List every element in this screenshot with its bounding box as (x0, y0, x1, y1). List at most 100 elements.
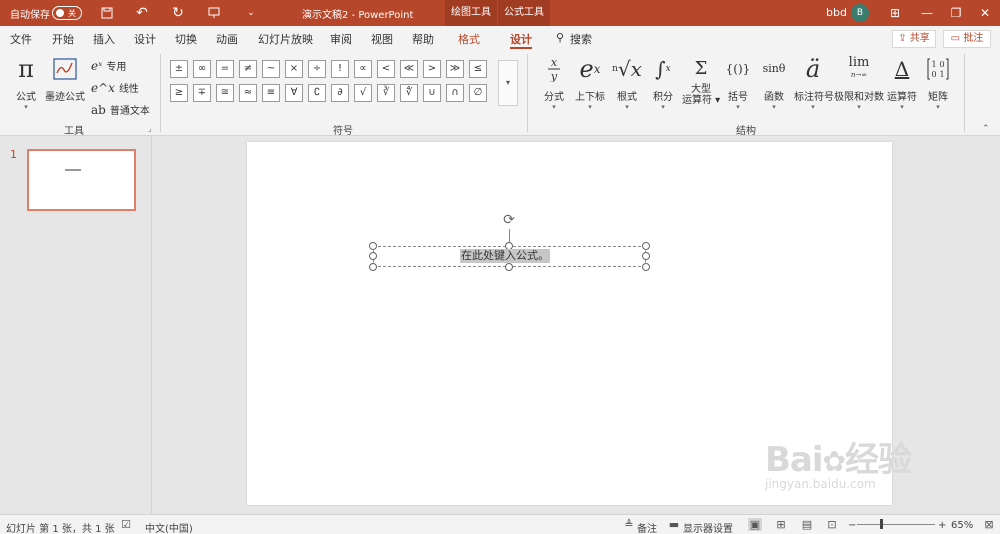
display-settings-icon[interactable]: ▬ (667, 518, 681, 531)
professional-button[interactable]: eˣ 专用 (91, 58, 126, 73)
start-from-beginning-icon[interactable] (203, 3, 225, 23)
display-settings-button[interactable]: 显示器设置 (683, 520, 733, 534)
zoom-level[interactable]: 65% (951, 520, 973, 531)
slide-sorter-icon[interactable]: ⊞ (774, 518, 788, 531)
equation-button[interactable]: π 公式 ▾ (10, 54, 42, 111)
symbol-button[interactable]: ≤ (469, 60, 487, 78)
normal-view-icon[interactable]: ▣ (748, 518, 762, 531)
resize-handle[interactable] (369, 263, 377, 271)
symbol-button[interactable]: √ (354, 84, 372, 102)
symbol-button[interactable]: ∂ (331, 84, 349, 102)
fraction-button[interactable]: xy 分式 ▾ (538, 54, 570, 111)
symbol-button[interactable]: ∜ (400, 84, 418, 102)
ink-equation-button[interactable]: 墨迹公式 (44, 54, 86, 103)
symbol-button[interactable]: ! (331, 60, 349, 78)
symbol-button[interactable]: × (285, 60, 303, 78)
reading-view-icon[interactable]: ▤ (800, 518, 814, 531)
ribbon-display-options-icon[interactable]: ⊞ (885, 4, 905, 22)
symbol-button[interactable]: ≫ (446, 60, 464, 78)
tab-file[interactable]: 文件 (10, 31, 32, 47)
tab-equation-design[interactable]: 设计 (510, 31, 532, 47)
equation-placeholder[interactable]: 在此处键入公式。 (460, 249, 550, 263)
undo-icon[interactable]: ↶ (131, 3, 153, 23)
matrix-button[interactable]: 1001 矩阵 ▾ (924, 54, 952, 111)
symbol-button[interactable]: > (423, 60, 441, 78)
resize-handle[interactable] (369, 252, 377, 260)
script-button[interactable]: ex 上下标 ▾ (572, 54, 608, 111)
resize-handle[interactable] (642, 252, 650, 260)
symbol-button[interactable]: ± (170, 60, 188, 78)
integral-button[interactable]: ∫ x 积分 ▾ (648, 54, 678, 111)
spelling-check-icon[interactable]: ☑ (119, 518, 133, 531)
symbol-button[interactable]: ≪ (400, 60, 418, 78)
tab-home[interactable]: 开始 (52, 31, 74, 47)
resize-handle[interactable] (642, 242, 650, 250)
tab-design[interactable]: 设计 (134, 31, 156, 47)
normal-text-button[interactable]: ab 普通文本 (91, 102, 150, 117)
notes-button[interactable]: 备注 (637, 520, 657, 534)
tab-transitions[interactable]: 切换 (175, 31, 197, 47)
tab-view[interactable]: 视图 (371, 31, 393, 47)
slideshow-icon[interactable]: ⊡ (825, 518, 839, 531)
notes-icon[interactable]: ≜ (622, 518, 636, 531)
symbol-button[interactable]: ≠ (239, 60, 257, 78)
symbol-button[interactable]: ∁ (308, 84, 326, 102)
tab-slideshow[interactable]: 幻灯片放映 (258, 31, 313, 47)
function-button[interactable]: sinθ 函数 ▾ (758, 54, 790, 111)
tab-format[interactable]: 格式 (458, 31, 480, 47)
symbol-button[interactable]: ∝ (354, 60, 372, 78)
fit-to-window-icon[interactable]: ⊠ (982, 518, 996, 531)
zoom-in-button[interactable]: + (938, 520, 946, 531)
resize-handle[interactable] (369, 242, 377, 250)
restore-icon[interactable]: ❐ (946, 4, 966, 22)
symbol-button[interactable]: ≅ (216, 84, 234, 102)
accent-button[interactable]: ä 标注符号 ▾ (794, 54, 834, 111)
limit-log-button[interactable]: lim n→∞ 极限和对数 ▾ (834, 54, 884, 111)
symbol-button[interactable]: ≥ (170, 84, 188, 102)
collapse-ribbon-icon[interactable]: ⌃ (982, 124, 990, 134)
symbol-button[interactable]: ∅ (469, 84, 487, 102)
comments-button[interactable]: ▭ 批注 (943, 30, 991, 48)
context-tab-equation-tools[interactable]: 公式工具 (498, 0, 550, 26)
context-tab-drawing-tools[interactable]: 绘图工具 (445, 0, 497, 26)
close-icon[interactable]: ✕ (975, 4, 995, 22)
zoom-out-button[interactable]: − (848, 520, 856, 531)
zoom-slider[interactable] (857, 524, 935, 525)
linear-button[interactable]: e^x 线性 (91, 80, 139, 95)
symbol-button[interactable]: ~ (262, 60, 280, 78)
symbol-button[interactable]: ∀ (285, 84, 303, 102)
tools-dialog-launcher-icon[interactable]: ⌟ (148, 124, 152, 133)
symbol-button[interactable]: < (377, 60, 395, 78)
redo-icon[interactable]: ↻ (167, 3, 189, 23)
resize-handle[interactable] (642, 263, 650, 271)
autosave-toggle[interactable]: 关 (52, 6, 82, 20)
user-name[interactable]: bbd (826, 6, 847, 19)
customize-quick-access-icon[interactable]: ⌄ (240, 3, 262, 23)
symbol-button[interactable]: ∞ (193, 60, 211, 78)
resize-handle[interactable] (505, 263, 513, 271)
rotate-handle-icon[interactable]: ⟳ (501, 212, 517, 228)
search-label[interactable]: 搜索 (570, 31, 592, 47)
slide-thumbnail[interactable] (27, 149, 136, 211)
symbol-button[interactable]: ∛ (377, 84, 395, 102)
symbol-button[interactable]: ≈ (239, 84, 257, 102)
language-indicator[interactable]: 中文(中国) (145, 520, 193, 534)
radical-button[interactable]: n √ x 根式 ▾ (612, 54, 642, 111)
symbol-button[interactable]: = (216, 60, 234, 78)
operator-button[interactable]: Δ 运算符 ▾ (886, 54, 918, 111)
zoom-slider-thumb[interactable] (880, 519, 883, 529)
symbol-button[interactable]: ∓ (193, 84, 211, 102)
share-button[interactable]: ⇪ 共享 (892, 30, 936, 48)
tab-review[interactable]: 审阅 (330, 31, 352, 47)
symbol-button[interactable]: ÷ (308, 60, 326, 78)
tab-help[interactable]: 帮助 (412, 31, 434, 47)
tab-insert[interactable]: 插入 (93, 31, 115, 47)
bracket-button[interactable]: {()} 括号 ▾ (724, 54, 752, 111)
large-operator-button[interactable]: Σ 大型 运算符 ▾ (682, 54, 720, 106)
symbols-gallery-more-button[interactable]: ▾ (498, 60, 518, 106)
symbol-button[interactable]: ∩ (446, 84, 464, 102)
save-icon[interactable] (96, 3, 118, 23)
symbol-button[interactable]: ∪ (423, 84, 441, 102)
tab-animations[interactable]: 动画 (216, 31, 238, 47)
minimize-icon[interactable]: — (917, 4, 937, 22)
